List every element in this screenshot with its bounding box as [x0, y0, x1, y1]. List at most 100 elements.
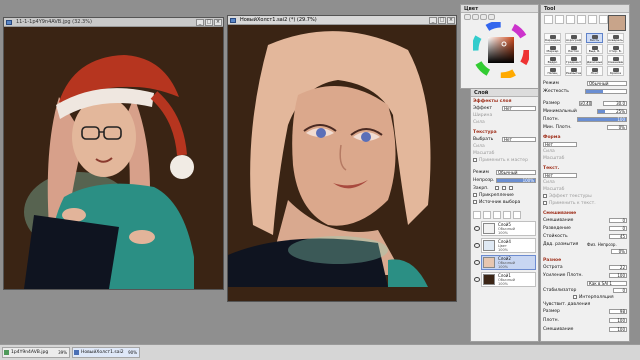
checkbox[interactable]	[473, 157, 477, 162]
density-slider[interactable]: 100	[577, 117, 627, 122]
layer-effect-select[interactable]: Нет	[502, 106, 536, 111]
layer-row[interactable]: Слой2 Обычный 100%	[474, 255, 536, 270]
layer-texture-section[interactable]: Текстура	[473, 129, 536, 136]
blur-pct-value[interactable]: 0%	[611, 249, 627, 254]
hsv-slider-mode-button[interactable]	[480, 14, 487, 20]
tool-3[interactable]: Акварель	[607, 33, 624, 43]
close-button[interactable]: ×	[447, 17, 455, 24]
new-folder-icon[interactable]	[483, 211, 491, 219]
value-field[interactable]: 22	[609, 265, 627, 270]
brush-size-value[interactable]: 30.0	[603, 101, 627, 106]
value-field[interactable]: 45	[609, 234, 627, 239]
drawing-canvas[interactable]	[228, 25, 456, 287]
tool-6[interactable]: Выд. Б.	[586, 44, 603, 54]
value-field[interactable]: 0	[609, 218, 627, 223]
checkbox[interactable]	[543, 193, 547, 198]
layer-opacity-slider[interactable]: 100%	[496, 178, 536, 183]
extra-section[interactable]: Разное	[543, 257, 627, 264]
primary-color-swatch[interactable]	[608, 15, 626, 31]
layer-effects-section[interactable]: Эффекты слоя	[473, 98, 536, 105]
tool-9[interactable]: Градиент	[565, 55, 582, 65]
checkbox[interactable]	[543, 200, 547, 205]
tool-1[interactable]: Аэрограф	[565, 33, 582, 43]
min-density-value[interactable]: 0%	[607, 125, 627, 130]
swatches-mode-button[interactable]	[488, 14, 495, 20]
min-size-slider[interactable]: 25%	[597, 109, 627, 114]
taskbar-item-reference[interactable]: 1p4Y9n4AVB.jpg 39%	[2, 347, 70, 358]
blur-mode[interactable]: Физ. Непрозр.	[587, 242, 617, 247]
lock-position-checkbox[interactable]	[509, 186, 513, 190]
lock-transparency-checkbox[interactable]	[502, 186, 506, 190]
checkbox[interactable]	[473, 192, 477, 197]
maximize-button[interactable]: □	[205, 19, 213, 26]
reference-window-titlebar[interactable]: 11-1-1p4Y9n4AVB.jpg (32.3%) _ □ ×	[4, 18, 223, 27]
eyedropper-icon[interactable]	[599, 15, 608, 24]
minimize-button[interactable]: _	[429, 17, 437, 24]
texture-section[interactable]: Текст.	[543, 165, 627, 172]
minimize-button[interactable]: _	[196, 19, 204, 26]
layer-clip-check[interactable]: Прикрепление	[473, 192, 536, 199]
color-wheel-mode-button[interactable]	[464, 14, 471, 20]
visibility-eye-icon[interactable]	[474, 277, 480, 282]
tool-2[interactable]: Кисть	[586, 33, 603, 43]
visibility-eye-icon[interactable]	[474, 243, 480, 248]
select-rect-icon[interactable]	[544, 15, 553, 24]
copy-layer-icon[interactable]	[493, 211, 501, 219]
active-window-titlebar[interactable]: НовыйХолст1.sai2 (*) (29.7%) _ □ ×	[228, 16, 456, 25]
texture-apply-check[interactable]: Применить к текст.	[543, 200, 627, 207]
tool-4[interactable]: Маркер	[544, 44, 561, 54]
canvas-window-active[interactable]: НовыйХолст1.sai2 (*) (29.7%) _ □ ×	[227, 15, 457, 302]
tool-10[interactable]: Двоичный	[586, 55, 603, 65]
texture-select[interactable]: Нет	[543, 173, 577, 178]
lasso-icon[interactable]	[555, 15, 564, 24]
size-multiplier-select[interactable]: x0.40	[579, 101, 592, 106]
interp-check[interactable]: Интерполяция	[543, 294, 627, 301]
value-field[interactable]: 0	[609, 226, 627, 231]
maximize-button[interactable]: □	[438, 17, 446, 24]
tool-0[interactable]: Карандаш	[544, 33, 561, 43]
tool-8[interactable]: Ведро	[544, 55, 561, 65]
shape-select[interactable]: Нет	[543, 142, 577, 147]
value-field[interactable]: 100	[609, 327, 627, 332]
layer-row[interactable]: Слой1 Обычный 100%	[474, 272, 536, 287]
move-icon[interactable]	[577, 15, 586, 24]
tool-12[interactable]: Палец	[544, 66, 561, 76]
zoom-icon[interactable]	[588, 15, 597, 24]
reference-illustration[interactable]	[4, 27, 223, 289]
brush-mode-select[interactable]: Обычный	[587, 81, 627, 86]
mixing-section[interactable]: Смешивание	[543, 210, 627, 217]
layer-texture-check[interactable]: Применить к мастер	[473, 157, 536, 164]
new-layer-icon[interactable]	[473, 211, 481, 219]
layer-source-check[interactable]: Источник выбора	[473, 199, 536, 206]
delete-layer-icon[interactable]	[513, 211, 521, 219]
tool-13[interactable]: Размытие	[565, 66, 582, 76]
hardness-slider[interactable]	[585, 89, 627, 94]
stabilizer-value[interactable]: 0	[613, 288, 627, 293]
smoothing-select[interactable]: Как в SAI 1	[587, 281, 627, 286]
tool-7[interactable]: Стир. Б.	[607, 44, 624, 54]
texture-effect-check[interactable]: Эффект текстуры	[543, 193, 627, 200]
tool-11[interactable]: Смешивание	[607, 55, 624, 65]
canvas-window-reference[interactable]: 11-1-1p4Y9n4AVB.jpg (32.3%) _ □ ×	[3, 17, 224, 290]
color-wheel[interactable]	[473, 22, 529, 78]
value-field[interactable]: 100	[609, 273, 627, 278]
shape-section[interactable]: Форма	[543, 134, 627, 141]
merge-down-icon[interactable]	[503, 211, 511, 219]
layer-mode-select[interactable]: Обычный	[496, 170, 536, 175]
visibility-eye-icon[interactable]	[474, 260, 480, 265]
rgb-slider-mode-button[interactable]	[472, 14, 479, 20]
checkbox[interactable]	[473, 199, 477, 204]
tool-15[interactable]: Краска	[607, 66, 624, 76]
value-field[interactable]: 100	[609, 318, 627, 323]
layer-row[interactable]: Слой5 Обычный 100%	[474, 221, 536, 236]
lock-pixels-checkbox[interactable]	[495, 186, 499, 190]
tool-5[interactable]: Ластик	[565, 44, 582, 54]
tool-14[interactable]: Лонг	[586, 66, 603, 76]
layer-texture-select[interactable]: Нет	[502, 137, 536, 142]
magic-wand-icon[interactable]	[566, 15, 575, 24]
checkbox[interactable]	[573, 294, 577, 299]
close-button[interactable]: ×	[214, 19, 222, 26]
taskbar-item-active[interactable]: НовыйХолст1.sai2 90%	[72, 347, 140, 358]
layer-row[interactable]: Слой4 Цвет 100%	[474, 238, 536, 253]
value-field[interactable]: 98	[609, 309, 627, 314]
